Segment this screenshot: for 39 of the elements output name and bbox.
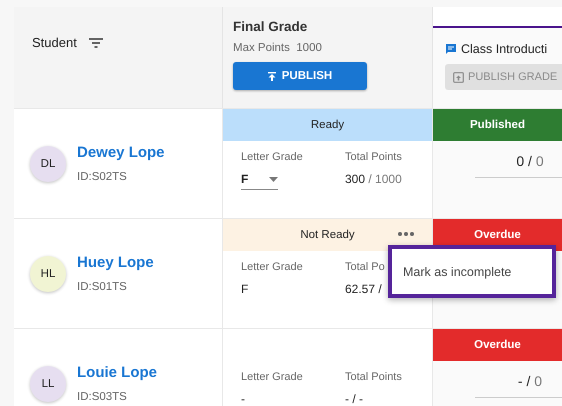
upload-icon xyxy=(453,72,464,82)
total-points-label: Total Po xyxy=(345,261,385,273)
avatar: LL xyxy=(30,366,66,402)
student-name-link[interactable]: Louie Lope xyxy=(77,364,157,381)
letter-grade-dropdown[interactable]: F xyxy=(241,172,278,190)
avatar: HL xyxy=(30,256,66,292)
assignment-status-banner: Published xyxy=(433,109,562,141)
student-id: ID:S01TS xyxy=(77,281,128,293)
max-points-label: Max Points 1000 xyxy=(233,42,323,54)
more-icon[interactable] xyxy=(398,232,414,236)
student-id: ID:S02TS xyxy=(77,171,128,183)
score-field[interactable]: 0 / 0 xyxy=(475,149,562,178)
total-points-label: Total Points xyxy=(345,371,402,383)
assignment-status-banner: Overdue xyxy=(433,329,562,361)
filter-icon[interactable] xyxy=(88,38,103,48)
caret-icon xyxy=(269,176,278,182)
student-header: Student xyxy=(32,35,77,50)
letter-grade-label: Letter Grade xyxy=(241,371,303,383)
letter-grade-value: F xyxy=(241,282,248,296)
upload-icon xyxy=(268,72,276,80)
student-name-link[interactable]: Dewey Lope xyxy=(77,144,165,161)
total-points-value: - / - xyxy=(345,392,363,406)
student-id: ID:S03TS xyxy=(77,391,128,403)
grade-status-banner: Ready xyxy=(223,109,432,141)
total-points-value: 300 / 1000 xyxy=(345,172,402,188)
score-field[interactable]: - / 0 xyxy=(475,369,562,398)
student-name-link[interactable]: Huey Lope xyxy=(77,254,154,271)
letter-grade-label: Letter Grade xyxy=(241,151,303,163)
letter-grade-label: Letter Grade xyxy=(241,261,303,273)
total-points-value: 62.57 / xyxy=(345,282,382,296)
letter-grade-value: - xyxy=(241,392,245,406)
grade-status-banner: Not Ready xyxy=(223,219,432,251)
final-grade-title: Final Grade xyxy=(233,19,308,34)
menu-item[interactable]: Mark as incomplete xyxy=(403,264,512,278)
total-points-label: Total Points xyxy=(345,151,402,163)
assignment-title: Class Introducti xyxy=(445,42,562,56)
chat-icon xyxy=(445,43,457,55)
avatar: DL xyxy=(30,146,66,182)
publish-button[interactable]: PUBLISH xyxy=(233,62,367,90)
